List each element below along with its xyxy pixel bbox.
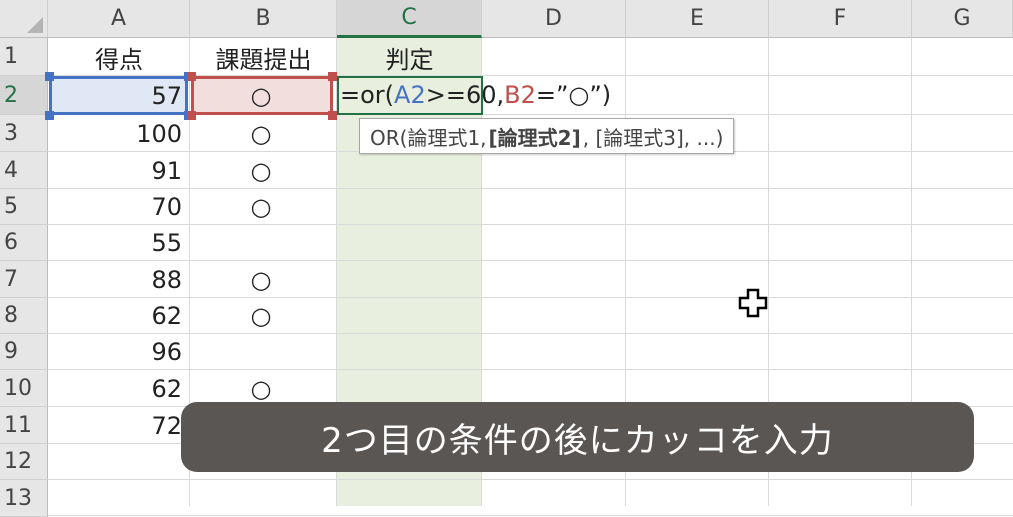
formula-input[interactable]: =or( A2 >=60, B2 =”○”) — [340, 78, 611, 112]
row-gridline — [48, 515, 1013, 516]
cell-score[interactable]: 88 — [48, 261, 190, 298]
cell-score[interactable]: 62 — [48, 370, 190, 407]
row-header-11[interactable]: 11 — [0, 407, 48, 444]
cell-a1[interactable]: 得点 — [48, 39, 190, 76]
cell-score[interactable]: 70 — [48, 189, 190, 225]
formula-reference-a2: A2 — [394, 81, 426, 109]
cell-submitted[interactable] — [190, 225, 332, 261]
cell-submitted[interactable]: ○ — [190, 298, 332, 334]
tutorial-caption: 2つ目の条件の後にカッコを入力 — [181, 402, 974, 472]
row-header-6[interactable]: 6 — [0, 225, 48, 261]
column-header-e[interactable]: E — [626, 0, 769, 38]
cell-score[interactable]: 96 — [48, 334, 190, 370]
formula-reference-b2: B2 — [504, 81, 536, 109]
formula-part: =or( — [340, 81, 395, 109]
row-header-12[interactable]: 12 — [0, 444, 48, 480]
select-all-icon — [27, 17, 43, 33]
cell-submitted[interactable]: ○ — [190, 115, 332, 152]
row-header-1[interactable]: 1 — [0, 38, 48, 76]
cell-submitted[interactable]: ○ — [190, 261, 332, 298]
row-header-2[interactable]: 2 — [0, 76, 48, 115]
column-header-d[interactable]: D — [482, 0, 626, 38]
formula-part: >=60, — [425, 81, 505, 109]
column-header-f[interactable]: F — [769, 0, 912, 38]
row-header-13[interactable]: 13 — [0, 480, 48, 517]
select-all-corner[interactable] — [0, 0, 48, 38]
cell-select-cursor-icon — [738, 288, 768, 318]
row-header-9[interactable]: 9 — [0, 334, 48, 370]
column-header-a[interactable]: A — [48, 0, 190, 38]
cell-score[interactable]: 72 — [48, 407, 190, 444]
row-gridline — [48, 479, 1013, 480]
cell-submitted[interactable] — [190, 334, 332, 370]
cell-submitted[interactable]: ○ — [190, 152, 332, 189]
row-header-5[interactable]: 5 — [0, 189, 48, 225]
row-header-10[interactable]: 10 — [0, 370, 48, 407]
row-header-8[interactable]: 8 — [0, 298, 48, 334]
row-header-4[interactable]: 4 — [0, 152, 48, 189]
row-header-7[interactable]: 7 — [0, 261, 48, 298]
cell-score[interactable]: 100 — [48, 115, 190, 152]
formula-part: =”○”) — [535, 81, 612, 109]
tooltip-current-argument: [論理式2] — [488, 125, 581, 150]
cell-score[interactable]: 62 — [48, 298, 190, 334]
cell-c1[interactable]: 判定 — [337, 39, 482, 76]
cell-submitted[interactable]: ○ — [190, 189, 332, 225]
tooltip-text: , [論理式3], ...) — [582, 125, 724, 150]
cell-submitted[interactable]: ○ — [190, 76, 332, 115]
function-tooltip[interactable]: OR(論理式1, [論理式2] , [論理式3], ...) — [359, 118, 735, 154]
column-header-c[interactable]: C — [337, 0, 482, 38]
cell-score[interactable]: 55 — [48, 225, 190, 261]
tooltip-text: OR(論理式1, — [370, 125, 487, 150]
cell-b1[interactable]: 課題提出 — [190, 39, 337, 76]
column-header-b[interactable]: B — [190, 0, 337, 38]
row-header-3[interactable]: 3 — [0, 115, 48, 152]
column-header-g[interactable]: G — [912, 0, 1013, 38]
cell-score[interactable]: 91 — [48, 152, 190, 189]
cell-score[interactable]: 57 — [48, 76, 190, 115]
